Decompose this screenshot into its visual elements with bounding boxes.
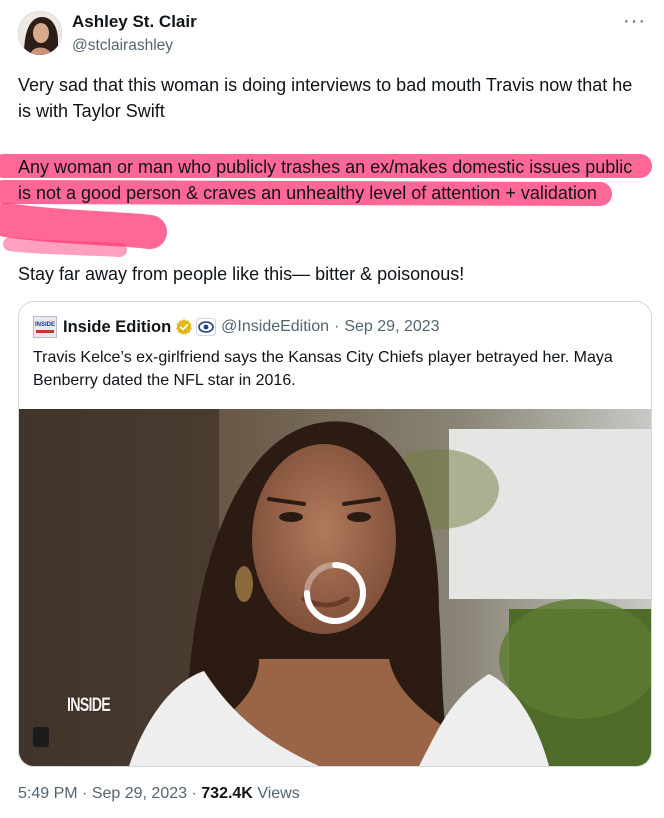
views-label: Views [257,785,300,802]
tweet-paragraph-highlighted: Any woman or man who publicly trashes an… [18,157,633,203]
meta-separator: · [191,785,197,802]
quoted-handle[interactable]: @InsideEdition [221,318,329,336]
quoted-tweet-header: INSIDE Inside Edition @InsideEdition · S… [33,316,440,338]
quoted-account-name[interactable]: Inside Edition [63,318,171,337]
inside-edition-logo[interactable]: INSIDE [33,316,57,338]
author-avatar[interactable] [18,11,62,55]
quoted-date[interactable]: Sep 29, 2023 [344,318,439,336]
quoted-tweet-video[interactable]: INSIDE [19,409,651,766]
quoted-tweet-text: Travis Kelce’s ex-girlfriend says the Ka… [33,349,613,389]
quoted-separator: · [334,318,340,335]
media-watermark: INSIDE [67,695,111,716]
tweet-meta: 5:49 PM · Sep 29, 2023 · 732.4K Views [18,785,300,803]
more-options-icon[interactable]: ··· [623,10,646,33]
author-name[interactable]: Ashley St. Clair [72,12,197,32]
media-corner-mark [33,727,49,747]
quoted-tweet-card[interactable]: INSIDE Inside Edition @InsideEdition · S… [18,301,652,767]
tweet-paragraph: Stay far away from people like this— bit… [18,264,465,284]
meta-separator: · [82,785,88,802]
affiliate-eye-icon [196,318,217,336]
author-handle[interactable]: @stclairashley [72,37,173,55]
avatar-image [18,11,62,55]
tweet-time[interactable]: 5:49 PM [18,785,78,802]
loading-spinner-icon [304,562,366,624]
tweet-paragraph: Very sad that this woman is doing interv… [18,75,633,121]
tweet-date[interactable]: Sep 29, 2023 [92,785,187,802]
views-count: 732.4K [201,785,253,802]
verified-badge-icon [176,319,193,335]
